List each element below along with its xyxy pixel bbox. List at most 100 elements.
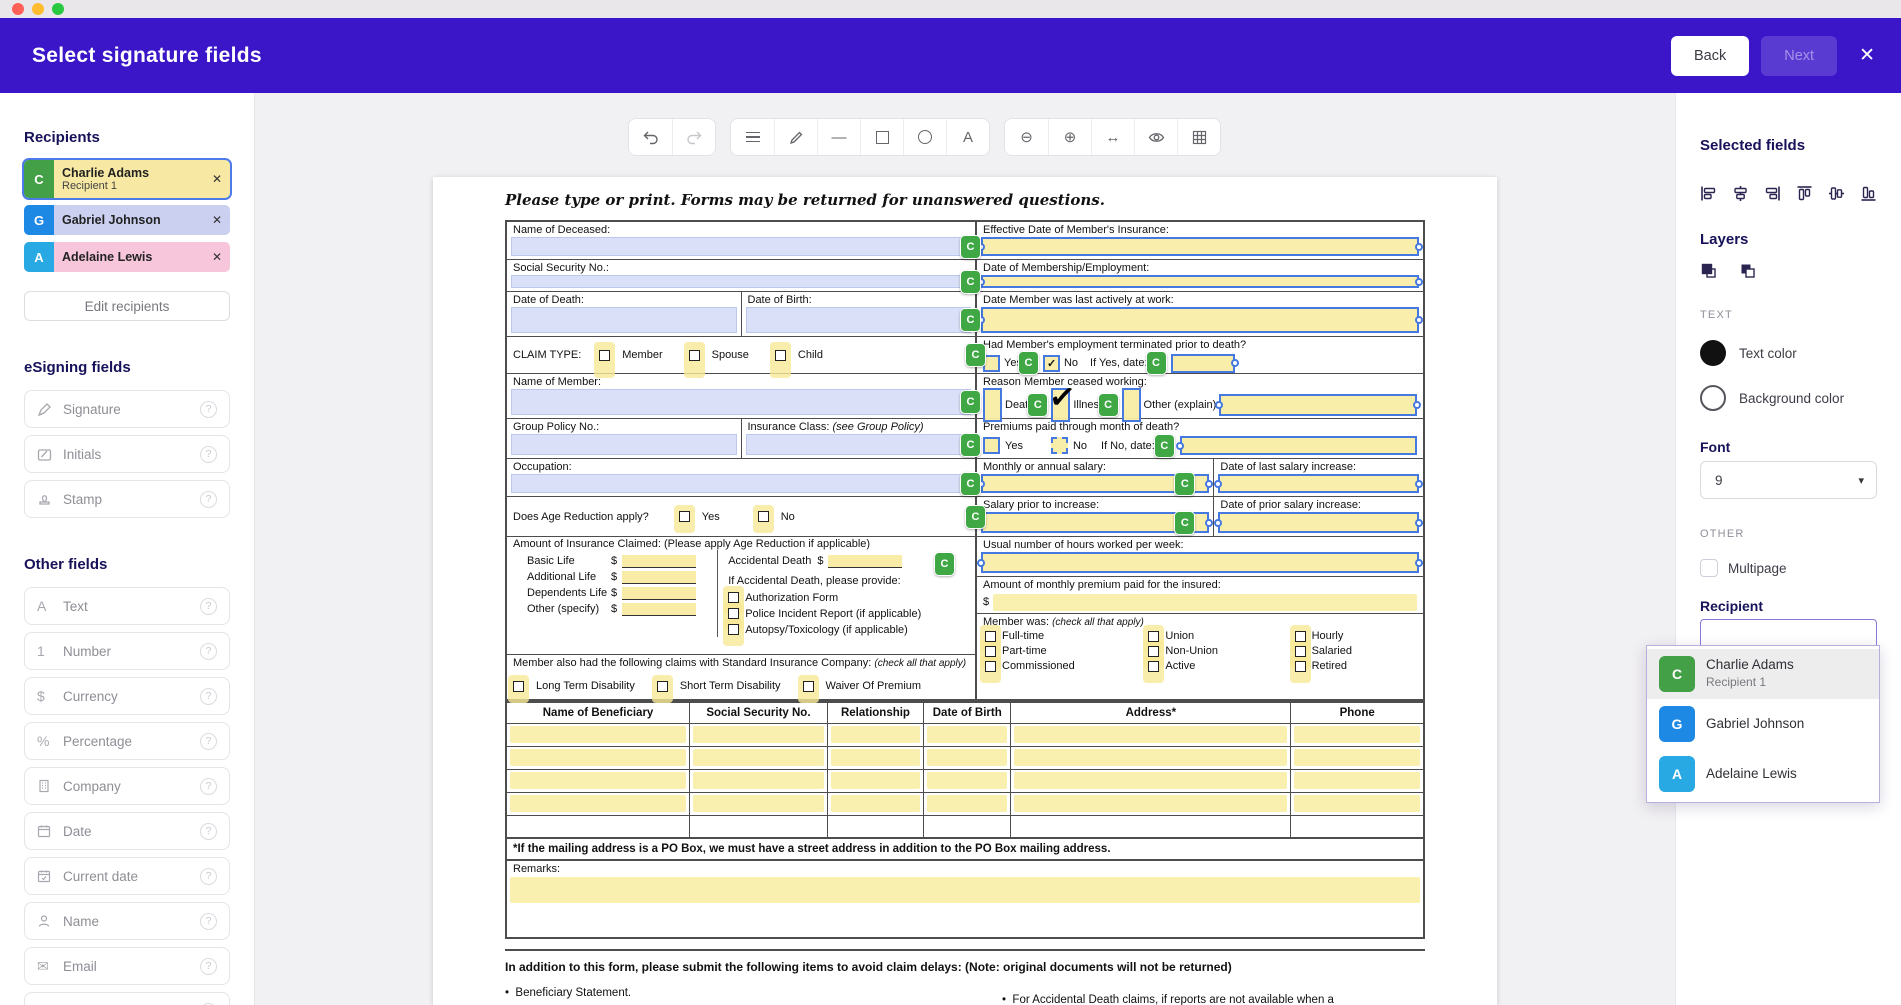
resize-handle[interactable]	[1205, 480, 1213, 488]
remove-recipient-icon[interactable]: ✕	[212, 172, 222, 186]
resize-handle[interactable]	[1214, 519, 1222, 527]
recipient-chip-gabriel[interactable]: G Gabriel Johnson ✕	[24, 205, 230, 235]
recipient-field-badge[interactable]: C	[960, 308, 981, 332]
help-icon[interactable]: ?	[200, 491, 217, 508]
checkbox-highlight[interactable]	[599, 350, 611, 361]
placed-text-field[interactable]	[510, 726, 686, 743]
align-bottom-icon[interactable]	[1860, 185, 1877, 202]
resize-handle[interactable]	[1176, 442, 1184, 450]
checkbox-highlight[interactable]	[657, 681, 669, 692]
field-button-stamp[interactable]: Stamp ?	[24, 480, 230, 518]
resize-handle[interactable]	[1231, 359, 1239, 367]
field-button-signature[interactable]: Signature ?	[24, 390, 230, 428]
remove-recipient-icon[interactable]: ✕	[212, 213, 222, 227]
maximize-traffic-light[interactable]	[52, 3, 64, 15]
recipient-field-badge[interactable]: C	[965, 505, 986, 529]
field-button-email[interactable]: ✉ Email ?	[24, 947, 230, 985]
close-traffic-light[interactable]	[12, 3, 24, 15]
lines-tool-icon[interactable]	[731, 119, 774, 155]
recipient-field-badge[interactable]: C	[1146, 351, 1167, 375]
help-icon[interactable]: ?	[200, 688, 217, 705]
placed-date-field-selected[interactable]	[981, 237, 1419, 256]
send-to-back-icon[interactable]	[1739, 262, 1758, 280]
placed-number-field-selected[interactable]	[981, 552, 1419, 573]
redo-icon[interactable]	[672, 119, 715, 155]
placed-checkbox-field[interactable]	[983, 437, 1000, 454]
placed-text-field-selected[interactable]	[1219, 394, 1417, 416]
field-button-current-date[interactable]: Current date ?	[24, 857, 230, 895]
help-icon[interactable]: ?	[200, 823, 217, 840]
recipient-field-badge[interactable]: C	[1098, 393, 1119, 417]
checkbox-highlight[interactable]	[679, 511, 691, 522]
text-color-control[interactable]: Text color	[1700, 340, 1877, 366]
align-left-icon[interactable]	[1700, 185, 1717, 202]
align-middle-vertical-icon[interactable]	[1828, 185, 1845, 202]
checkbox-highlight[interactable]	[985, 631, 997, 642]
placed-currency-field[interactable]	[828, 555, 902, 568]
checkbox-highlight[interactable]	[728, 624, 740, 635]
field-button-initials[interactable]: Initials ?	[24, 435, 230, 473]
recipient-field-badge[interactable]: C	[1154, 434, 1175, 458]
ellipse-tool-icon[interactable]	[903, 119, 946, 155]
checkbox-highlight[interactable]	[689, 350, 701, 361]
zoom-in-icon[interactable]: ⊕	[1048, 119, 1091, 155]
resize-handle[interactable]	[1415, 243, 1423, 251]
checkbox-highlight[interactable]	[1295, 646, 1307, 657]
checkbox-highlight[interactable]	[758, 511, 770, 522]
rectangle-tool-icon[interactable]	[860, 119, 903, 155]
field-button-date[interactable]: Date ?	[24, 812, 230, 850]
placed-checkbox-field[interactable]	[1122, 388, 1141, 422]
help-icon[interactable]: ?	[200, 401, 217, 418]
resize-handle[interactable]	[1415, 278, 1423, 286]
resize-handle[interactable]	[1415, 519, 1423, 527]
recipient-field-badge[interactable]: C	[960, 433, 981, 457]
recipient-chip-adelaine[interactable]: A Adelaine Lewis ✕	[24, 242, 230, 272]
recipient-field-badge[interactable]: C	[1174, 472, 1195, 496]
field-button-phone[interactable]: Phone ?	[24, 992, 230, 1005]
fit-width-icon[interactable]: ↔	[1091, 119, 1134, 155]
recipient-chip-charlie[interactable]: C Charlie Adams Recipient 1 ✕	[24, 160, 230, 198]
next-button[interactable]: Next	[1761, 36, 1837, 76]
recipient-field-badge[interactable]: C	[960, 472, 981, 496]
help-icon[interactable]: ?	[200, 733, 217, 750]
checkbox-highlight[interactable]	[985, 646, 997, 657]
preview-eye-icon[interactable]	[1134, 119, 1177, 155]
bring-to-front-icon[interactable]	[1700, 262, 1719, 280]
checkbox-highlight[interactable]	[1148, 631, 1160, 642]
field-button-name[interactable]: Name ?	[24, 902, 230, 940]
checkbox-highlight[interactable]	[728, 592, 740, 603]
close-icon[interactable]: ✕	[1859, 44, 1875, 67]
align-top-icon[interactable]	[1796, 185, 1813, 202]
placed-date-field-selected[interactable]	[1218, 474, 1419, 493]
placed-date-field-selected[interactable]	[981, 275, 1419, 288]
font-size-select[interactable]: 9 ▾	[1700, 461, 1877, 499]
recipient-field-badge[interactable]: C	[1174, 511, 1195, 535]
placed-date-field-selected[interactable]	[1180, 436, 1417, 455]
recipient-field-badge[interactable]: C	[934, 552, 955, 576]
checkbox-highlight[interactable]	[1148, 661, 1160, 672]
field-button-text[interactable]: A Text ?	[24, 587, 230, 625]
recipient-field-badge[interactable]: C	[960, 270, 981, 294]
checkbox-highlight[interactable]	[728, 608, 740, 619]
placed-date-field-selected[interactable]	[1171, 354, 1235, 373]
help-icon[interactable]: ?	[200, 958, 217, 975]
placed-currency-field-selected[interactable]: C	[981, 512, 1209, 533]
grid-icon[interactable]	[1177, 119, 1220, 155]
placed-currency-field-selected[interactable]: C	[981, 474, 1209, 493]
back-button[interactable]: Back	[1671, 36, 1749, 76]
placed-text-field[interactable]	[510, 877, 1420, 903]
recipient-field-badge[interactable]: C	[965, 343, 986, 367]
placed-text-field[interactable]: C	[511, 389, 971, 415]
help-icon[interactable]: ?	[200, 868, 217, 885]
checkbox-highlight[interactable]	[1295, 631, 1307, 642]
align-right-icon[interactable]	[1764, 185, 1781, 202]
dropdown-item-charlie[interactable]: C Charlie Adams Recipient 1	[1647, 649, 1879, 699]
field-button-company[interactable]: Company ?	[24, 767, 230, 805]
placed-text-field[interactable]	[511, 434, 737, 455]
placed-text-field[interactable]: C	[511, 474, 971, 493]
checkbox-highlight[interactable]	[513, 681, 525, 692]
placed-currency-field[interactable]	[622, 555, 696, 568]
recipient-field-badge[interactable]: C	[960, 235, 981, 259]
zoom-out-icon[interactable]: ⊖	[1005, 119, 1048, 155]
text-color-swatch[interactable]	[1700, 340, 1726, 366]
